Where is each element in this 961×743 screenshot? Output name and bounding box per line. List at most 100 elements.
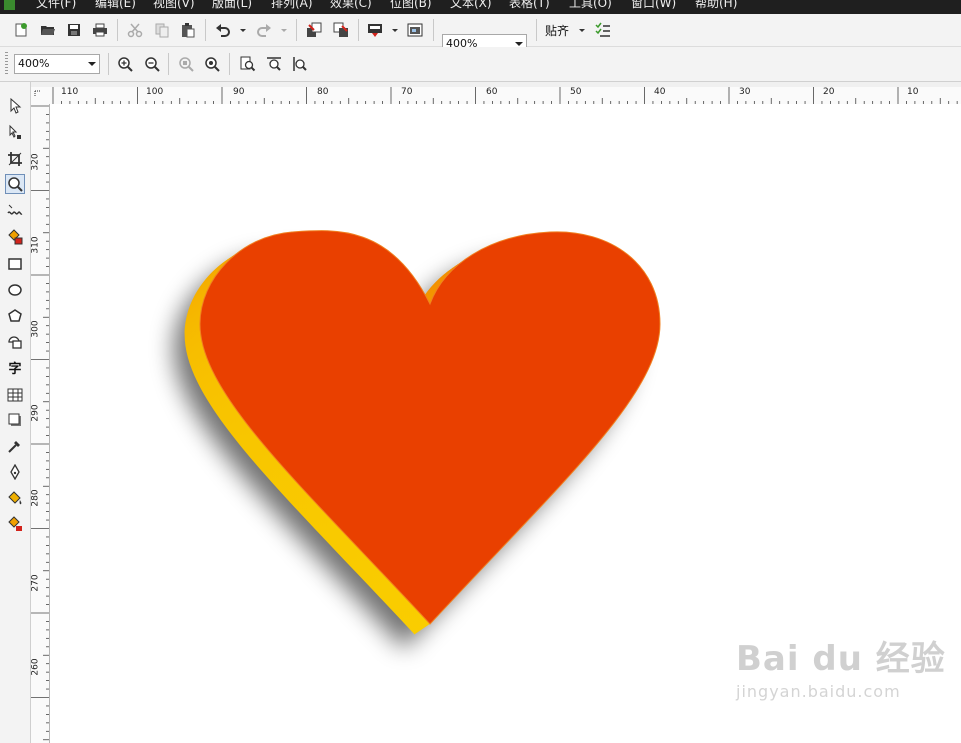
baidu-logo: Bai du 经验 bbox=[736, 639, 946, 679]
zoom-page-icon[interactable] bbox=[238, 54, 258, 74]
ruler-label: 300 bbox=[31, 320, 41, 338]
separator bbox=[117, 19, 118, 41]
undo-dropdown-icon[interactable] bbox=[239, 20, 247, 40]
menu-window[interactable]: 窗口(W) bbox=[631, 0, 676, 11]
print-icon[interactable] bbox=[90, 20, 110, 40]
interactive-effects-tool-icon[interactable] bbox=[5, 410, 25, 430]
copy-icon[interactable] bbox=[152, 20, 172, 40]
zoom-levels-combo[interactable]: 400% bbox=[14, 54, 100, 74]
ruler-label: 90 bbox=[233, 87, 245, 97]
toolbox: 字 bbox=[0, 82, 31, 743]
separator bbox=[536, 19, 537, 41]
ruler-label: 50 bbox=[570, 87, 582, 97]
vertical-ruler-ticks bbox=[31, 105, 49, 741]
undo-icon[interactable] bbox=[213, 20, 233, 40]
separator bbox=[229, 53, 230, 75]
crop-tool-icon[interactable] bbox=[5, 149, 25, 169]
paste-icon[interactable] bbox=[178, 20, 198, 40]
separator bbox=[205, 19, 206, 41]
menu-help[interactable]: 帮助(H) bbox=[695, 0, 737, 11]
ruler-label: 260 bbox=[31, 658, 41, 676]
interactive-fill-tool-icon[interactable] bbox=[5, 514, 25, 534]
ruler-origin[interactable] bbox=[31, 87, 51, 105]
ruler-label: 320 bbox=[31, 153, 41, 171]
redo-dropdown-icon[interactable] bbox=[280, 20, 288, 40]
menu-effects[interactable]: 效果(C) bbox=[330, 0, 372, 11]
watermark-url: jingyan.baidu.com bbox=[736, 682, 901, 701]
ruler-label: 100 bbox=[146, 87, 164, 97]
text-tool-label: 字 bbox=[8, 361, 22, 377]
pick-tool-icon[interactable] bbox=[5, 96, 25, 116]
toolbar-grip[interactable] bbox=[5, 52, 8, 74]
new-icon[interactable] bbox=[11, 20, 31, 40]
menu-file[interactable]: 文件(F) bbox=[36, 0, 76, 11]
shape-tool-icon[interactable] bbox=[5, 122, 25, 142]
menu-arrange[interactable]: 排列(A) bbox=[271, 0, 313, 11]
open-icon[interactable] bbox=[38, 20, 58, 40]
ruler-label: 80 bbox=[317, 87, 329, 97]
zoom-page-width-icon[interactable] bbox=[264, 54, 284, 74]
polygon-tool-icon[interactable] bbox=[5, 306, 25, 326]
ellipse-tool-icon[interactable] bbox=[5, 280, 25, 300]
fill-tool-icon[interactable] bbox=[5, 488, 25, 508]
ruler-label: 270 bbox=[31, 574, 41, 592]
basic-shapes-tool-icon[interactable] bbox=[5, 331, 25, 351]
outline-pen-tool-icon[interactable] bbox=[5, 462, 25, 482]
separator bbox=[108, 53, 109, 75]
horizontal-ruler[interactable]: 110 100 90 80 70 60 50 40 30 20 10 bbox=[50, 87, 961, 105]
freehand-tool-icon[interactable] bbox=[5, 201, 25, 221]
standard-toolbar: 400% 贴齐 bbox=[0, 14, 961, 54]
ruler-label: 310 bbox=[31, 236, 41, 254]
snap-to-button[interactable]: 贴齐 bbox=[545, 22, 569, 39]
app-icon bbox=[4, 0, 15, 10]
zoom-levels-value: 400% bbox=[18, 57, 50, 70]
save-icon[interactable] bbox=[64, 20, 84, 40]
menu-tools[interactable]: 工具(O) bbox=[569, 0, 612, 11]
zoom-out-icon[interactable] bbox=[142, 54, 162, 74]
menu-bitmaps[interactable]: 位图(B) bbox=[390, 0, 432, 11]
table-tool-icon[interactable] bbox=[5, 385, 25, 405]
menu-edit[interactable]: 编辑(E) bbox=[95, 0, 136, 11]
zoom-tool-icon[interactable] bbox=[5, 174, 25, 194]
ruler-label: 70 bbox=[401, 87, 413, 97]
vertical-ruler[interactable]: 320 310 300 290 280 270 260 bbox=[31, 104, 50, 743]
menu-view[interactable]: 视图(V) bbox=[153, 0, 195, 11]
menu-text[interactable]: 文本(X) bbox=[450, 0, 492, 11]
snap-dropdown-icon[interactable] bbox=[578, 20, 586, 40]
menu-table[interactable]: 表格(T) bbox=[509, 0, 550, 11]
drawing-canvas[interactable]: Bai du 经验 jingyan.baidu.com bbox=[50, 104, 961, 743]
chevron-down-icon bbox=[88, 62, 96, 66]
ruler-label: 110 bbox=[61, 87, 79, 97]
ruler-label: 20 bbox=[823, 87, 835, 97]
menu-layout[interactable]: 版面(L) bbox=[212, 0, 252, 11]
zoom-selected-icon[interactable] bbox=[176, 54, 196, 74]
menu-bar: 文件(F) 编辑(E) 视图(V) 版面(L) 排列(A) 效果(C) 位图(B… bbox=[0, 0, 961, 14]
separator bbox=[358, 19, 359, 41]
export-icon[interactable] bbox=[331, 20, 351, 40]
options-icon[interactable] bbox=[593, 20, 613, 40]
smart-fill-tool-icon[interactable] bbox=[5, 227, 25, 247]
ruler-label: 290 bbox=[31, 404, 41, 422]
publish-dropdown-icon[interactable] bbox=[391, 20, 399, 40]
zoom-page-height-icon[interactable] bbox=[290, 54, 310, 74]
ruler-label: 30 bbox=[739, 87, 751, 97]
import-icon[interactable] bbox=[304, 20, 324, 40]
app-launcher-icon[interactable] bbox=[405, 20, 425, 40]
chevron-down-icon bbox=[515, 42, 523, 46]
separator bbox=[168, 53, 169, 75]
publish-icon[interactable] bbox=[365, 20, 385, 40]
text-tool-icon[interactable]: 字 bbox=[5, 357, 25, 377]
ruler-label: 280 bbox=[31, 489, 41, 507]
separator bbox=[433, 19, 434, 41]
eyedropper-tool-icon[interactable] bbox=[5, 436, 25, 456]
rectangle-tool-icon[interactable] bbox=[5, 254, 25, 274]
watermark: Bai du 经验 jingyan.baidu.com bbox=[736, 642, 946, 701]
zoom-in-icon[interactable] bbox=[115, 54, 135, 74]
redo-icon[interactable] bbox=[254, 20, 274, 40]
cut-icon[interactable] bbox=[125, 20, 145, 40]
separator bbox=[296, 19, 297, 41]
zoom-all-icon[interactable] bbox=[202, 54, 222, 74]
zoom-property-bar: 400% bbox=[0, 47, 961, 82]
ruler-label: 40 bbox=[654, 87, 666, 97]
ruler-label: 60 bbox=[486, 87, 498, 97]
